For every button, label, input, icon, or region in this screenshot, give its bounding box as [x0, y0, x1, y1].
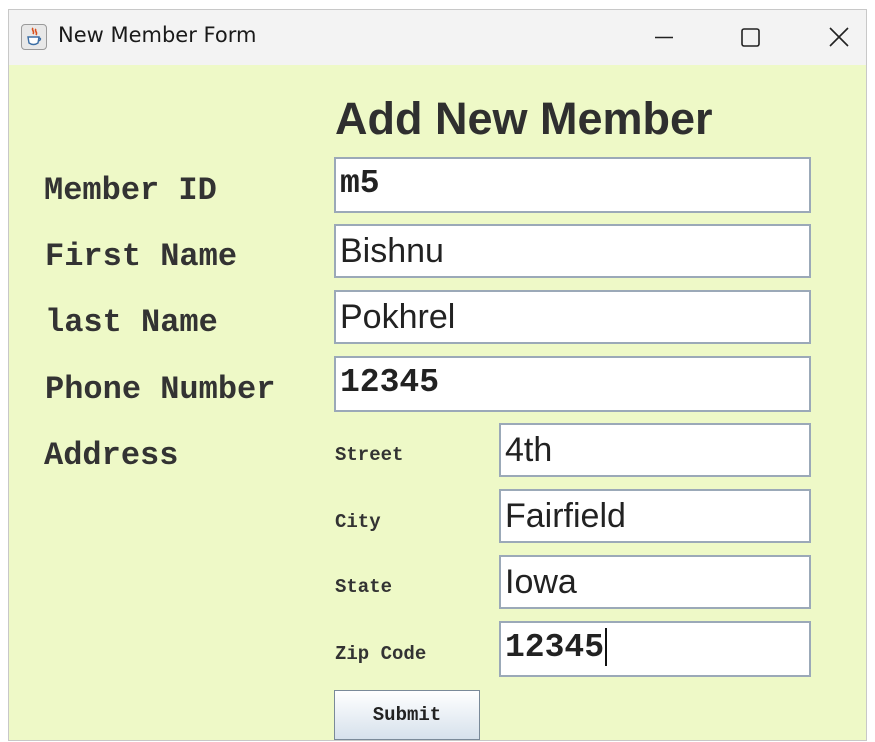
phone-number-field[interactable]: 12345 — [334, 356, 811, 412]
submit-button[interactable]: Submit — [334, 690, 480, 740]
close-icon — [829, 27, 849, 47]
street-label: Street — [335, 444, 404, 466]
address-label: Address — [44, 437, 179, 474]
phone-number-label: Phone Number — [45, 371, 276, 408]
state-label: State — [335, 576, 393, 598]
first-name-field[interactable]: Bishnu — [334, 224, 811, 278]
maximize-button[interactable] — [721, 10, 779, 65]
state-field[interactable]: Iowa — [499, 555, 811, 609]
last-name-label: last Name — [45, 304, 218, 341]
city-label: City — [335, 511, 381, 533]
new-member-window: New Member Form Add New Member Member ID… — [8, 9, 867, 741]
title-bar[interactable]: New Member Form — [9, 10, 866, 65]
city-field[interactable]: Fairfield — [499, 489, 811, 543]
minimize-button[interactable] — [635, 10, 693, 65]
minimize-icon — [655, 36, 673, 39]
street-field[interactable]: 4th — [499, 423, 811, 477]
window-title: New Member Form — [58, 23, 257, 47]
form-panel: Add New Member Member ID m5 First Name B… — [9, 65, 866, 742]
java-cup-icon — [21, 24, 47, 50]
zip-code-value: 12345 — [505, 629, 605, 666]
zip-code-field[interactable]: 12345 — [499, 621, 811, 677]
maximize-icon — [741, 28, 760, 47]
zip-code-label: Zip Code — [335, 643, 427, 665]
close-button[interactable] — [810, 10, 868, 65]
last-name-field[interactable]: Pokhrel — [334, 290, 811, 344]
member-id-field[interactable]: m5 — [334, 157, 811, 213]
first-name-label: First Name — [45, 238, 238, 275]
form-heading: Add New Member — [335, 93, 713, 144]
member-id-label: Member ID — [44, 172, 217, 209]
text-cursor — [605, 628, 608, 667]
